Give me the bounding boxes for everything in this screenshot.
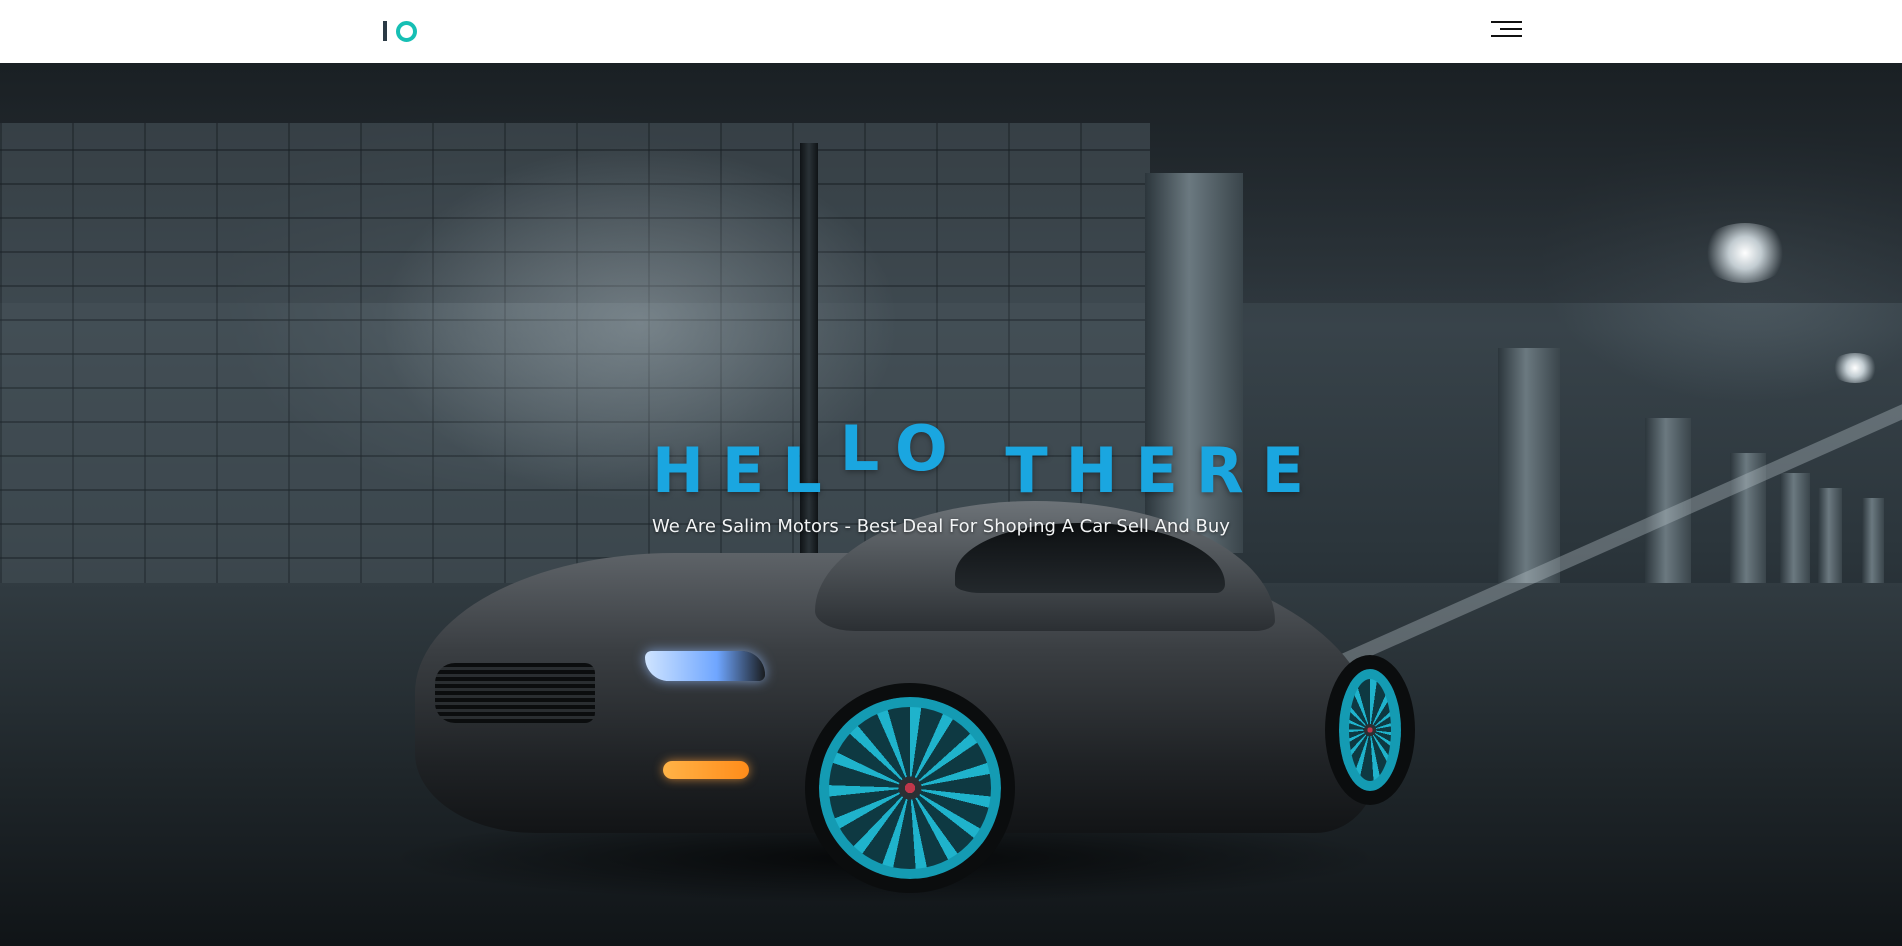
car-front-wheel <box>805 683 1015 893</box>
hero-title: HELLO THERE <box>652 418 1304 502</box>
ceiling-lamp <box>1700 223 1790 283</box>
car-grille <box>435 663 595 723</box>
logo-ring-glyph <box>396 20 417 42</box>
car-foglight <box>663 761 749 779</box>
site-header: IO <box>0 0 1902 63</box>
menu-line <box>1500 28 1522 30</box>
hero-title-part: HEL <box>652 434 840 507</box>
hamburger-menu-icon[interactable] <box>1488 16 1522 42</box>
menu-line <box>1491 35 1522 37</box>
car-rear-wheel <box>1325 655 1415 805</box>
car-headlight <box>645 651 765 681</box>
site-logo[interactable]: IO <box>383 18 417 44</box>
hero-subtitle: We Are Salim Motors - Best Deal For Shop… <box>652 516 1230 537</box>
hero-text-block: HELLO THERE We Are Salim Motors - Best D… <box>652 418 1304 538</box>
menu-line <box>1491 21 1522 23</box>
hero-title-part-raised: LO <box>839 412 966 485</box>
ceiling-lamp <box>1830 353 1880 383</box>
logo-bar-glyph <box>383 21 387 41</box>
hero-title-part: THERE <box>965 434 1322 507</box>
